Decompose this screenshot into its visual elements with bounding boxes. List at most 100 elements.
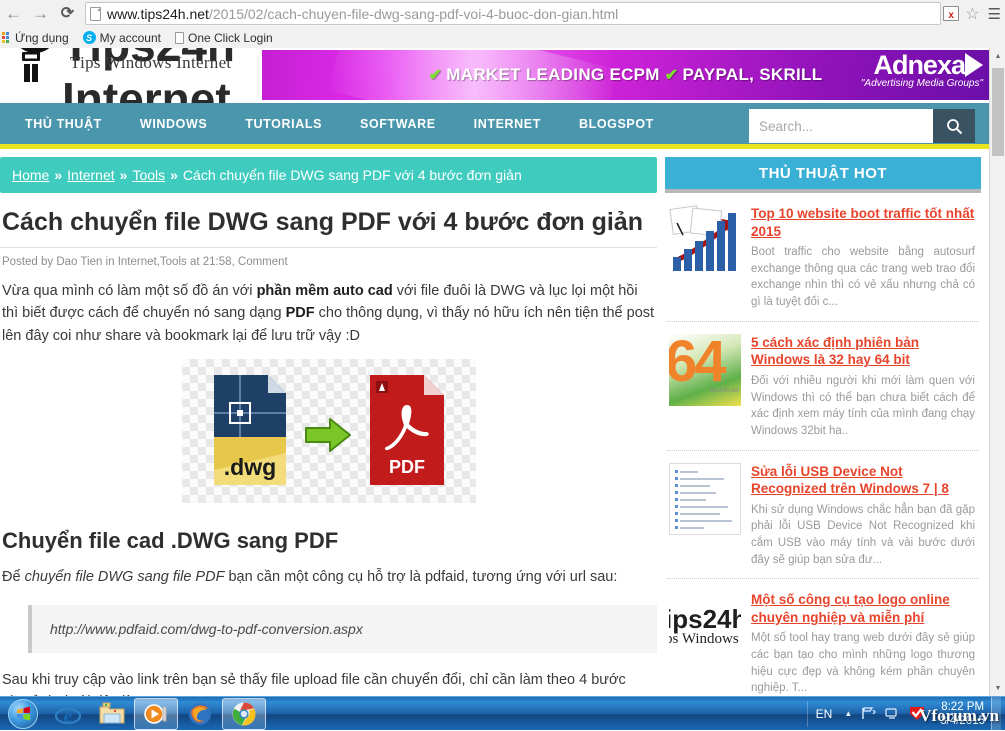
thumbnail-watermark: tips24h.net (710, 388, 739, 394)
firefox-icon (187, 701, 213, 727)
list-item-text: 5 cách xác định phiên bản Windows là 32 … (751, 334, 975, 440)
quote-url-box: http://www.pdfaid.com/dwg-to-pdf-convers… (28, 605, 657, 653)
reload-icon[interactable]: ⟳ (54, 0, 81, 27)
bookmark-my-account-label: My account (100, 31, 161, 45)
bookmark-my-account[interactable]: S My account (83, 31, 161, 45)
taskbar-google-chrome[interactable] (222, 698, 266, 730)
apps-grid-icon (2, 32, 11, 43)
nav-item-windows[interactable]: WINDOWS (121, 117, 226, 131)
list-item[interactable]: ips24h ps Windows Một số công cụ tạo log… (667, 579, 979, 696)
bookmark-one-click-login-label: One Click Login (188, 31, 273, 45)
back-arrow-icon[interactable]: ← (0, 0, 27, 27)
bookmark-apps[interactable]: Ứng dụng (2, 31, 69, 45)
breadcrumb-internet[interactable]: Internet (67, 167, 114, 183)
browser-toolbar: ← → ⟳ www.tips24h.net/2015/02/cach-chuye… (0, 0, 1005, 27)
list-item[interactable]: 64 tips24h.net 5 cách xác định phiên bản… (667, 322, 979, 451)
start-button[interactable] (0, 698, 46, 730)
post-body: Vừa qua mình có làm một số đồ án với phầ… (0, 274, 657, 696)
extension-icon[interactable]: x (943, 6, 959, 21)
hamburger-menu-icon[interactable]: ☰ (988, 5, 1001, 23)
forward-arrow-icon[interactable]: → (27, 0, 54, 27)
page-scrollbar[interactable]: ▲ ▼ (989, 48, 1005, 696)
breadcrumb-separator-3: » (170, 167, 178, 183)
search-input[interactable] (749, 109, 933, 143)
site-logo[interactable]: Tips24h Internet Tips Windows Internet (0, 48, 262, 103)
taskbar-internet-explorer[interactable]: e (46, 698, 90, 730)
p1-bold-2: PDF (286, 305, 315, 321)
banner-advertisement[interactable]: ✔MARKET LEADING ECPM ✔PAYPAL, SKRILL Adn… (262, 50, 989, 100)
show-desktop-button[interactable] (991, 697, 1001, 731)
url-host: www.tips24h.net (107, 6, 209, 22)
sidebar: THỦ THUẬT HOT (665, 157, 981, 696)
taskbar-file-explorer[interactable] (90, 698, 134, 730)
breadcrumb-home[interactable]: Home (12, 167, 49, 183)
breadcrumb: Home » Internet » Tools » Cách chuyển fi… (0, 157, 657, 193)
search-magnifier-icon (946, 118, 963, 135)
banner-line-2: PAYPAL, SKRILL (683, 65, 823, 84)
taskbar-windows-media-player[interactable] (134, 698, 178, 730)
check-icon-2: ✔ (665, 67, 679, 84)
antivirus-shield-glyph (909, 706, 925, 721)
folder-icon (99, 702, 125, 726)
taskbar-firefox[interactable] (178, 698, 222, 730)
dwg-file-icon: .dwg (214, 375, 286, 485)
nav-item-blogspot[interactable]: BLOGSPOT (560, 117, 673, 131)
list-item-desc: Đối với nhiều người khi mới làm quen với… (751, 373, 975, 440)
p2-part-c: bạn cần một công cụ hỗ trợ là pdfaid, tư… (224, 569, 617, 585)
thumbnail-digits: 64 (669, 334, 724, 395)
list-item-title[interactable]: Sửa lỗi USB Device Not Recognized trên W… (751, 463, 975, 498)
list-item-title[interactable]: 5 cách xác định phiên bản Windows là 32 … (751, 334, 975, 369)
search-button[interactable] (933, 109, 975, 143)
post-meta: Posted by Dao Tien in Internet,Tools at … (0, 248, 657, 274)
p2-italic: chuyển file DWG sang file PDF (25, 569, 225, 585)
search-box (749, 109, 975, 143)
action-center-glyph (885, 707, 900, 720)
section-heading: Chuyển file cad .DWG sang PDF (0, 510, 657, 560)
clock-date: 3/4/2015 (940, 714, 985, 728)
scroll-up-arrow-icon[interactable]: ▲ (990, 48, 1005, 64)
list-item[interactable]: Sửa lỗi USB Device Not Recognized trên W… (667, 451, 979, 580)
list-item[interactable]: Top 10 website boot traffic tốt nhất 201… (667, 193, 979, 322)
address-bar[interactable]: www.tips24h.net/2015/02/cach-chuyen-file… (85, 2, 941, 25)
media-player-icon (143, 702, 169, 726)
nav-item-tutorials[interactable]: TUTORIALS (226, 117, 341, 131)
device-manager-thumbnail-icon (669, 463, 741, 535)
network-flag-icon[interactable] (861, 707, 876, 720)
chrome-icon (231, 701, 257, 727)
post-image-wrapper: .dwg PDF (0, 353, 657, 510)
taskbar-clock[interactable]: 8:22 PM 3/4/2015 (934, 700, 991, 728)
bookmark-one-click-login[interactable]: One Click Login (175, 31, 273, 45)
breadcrumb-tools[interactable]: Tools (132, 167, 165, 183)
breadcrumb-separator-2: » (120, 167, 128, 183)
p1-part-a: Vừa qua mình có làm một số đồ án với (2, 283, 257, 299)
site-header: Tips24h Internet Tips Windows Internet ✔… (0, 48, 989, 103)
check-icon: ✔ (429, 67, 443, 84)
list-item-title[interactable]: Top 10 website boot traffic tốt nhất 201… (751, 205, 975, 240)
scrollbar-thumb[interactable] (992, 68, 1004, 156)
banner-brand: Adnexa "Advertising Media Groups" (861, 52, 983, 90)
list-item-desc: Một số tool hay trang web dưới đây sẻ gi… (751, 630, 975, 696)
show-hidden-icons-arrow[interactable]: ▲ (844, 709, 852, 718)
banner-brand-sub: "Advertising Media Groups" (861, 78, 983, 90)
list-item-text: Một số công cụ tạo logo online chuyên ng… (751, 591, 975, 696)
page-info-icon (90, 7, 101, 21)
scroll-down-arrow-icon[interactable]: ▼ (990, 680, 1005, 696)
page-viewport: Tips24h Internet Tips Windows Internet ✔… (0, 48, 989, 696)
logo-thumbnail-icon: ips24h ps Windows (669, 591, 741, 663)
svg-text:.dwg: .dwg (223, 454, 275, 480)
tray-divider (807, 701, 808, 727)
list-item-title[interactable]: Một số công cụ tạo logo online chuyên ng… (751, 591, 975, 626)
banner-line-1: MARKET LEADING ECPM (446, 65, 659, 84)
nav-item-software[interactable]: SOFTWARE (341, 117, 455, 131)
nav-item-internet[interactable]: INTERNET (455, 117, 560, 131)
tray-language[interactable]: EN (816, 707, 833, 721)
nav-item-thu-thuat[interactable]: THỦ THUẬT (6, 117, 121, 131)
list-item-desc: Boot traffic cho website bằng autosurf e… (751, 244, 975, 311)
windows-flag-icon (16, 706, 31, 721)
antivirus-shield-icon[interactable] (909, 706, 925, 721)
post-paragraph-1: Vừa qua mình có làm một số đồ án với phầ… (0, 274, 657, 353)
action-center-icon[interactable] (885, 707, 900, 720)
bookmarks-bar: Ứng dụng S My account One Click Login (0, 27, 1005, 48)
main-navigation: THỦ THUẬT WINDOWS TUTORIALS SOFTWARE INT… (0, 103, 989, 149)
star-bookmark-icon[interactable]: ☆ (965, 4, 979, 24)
